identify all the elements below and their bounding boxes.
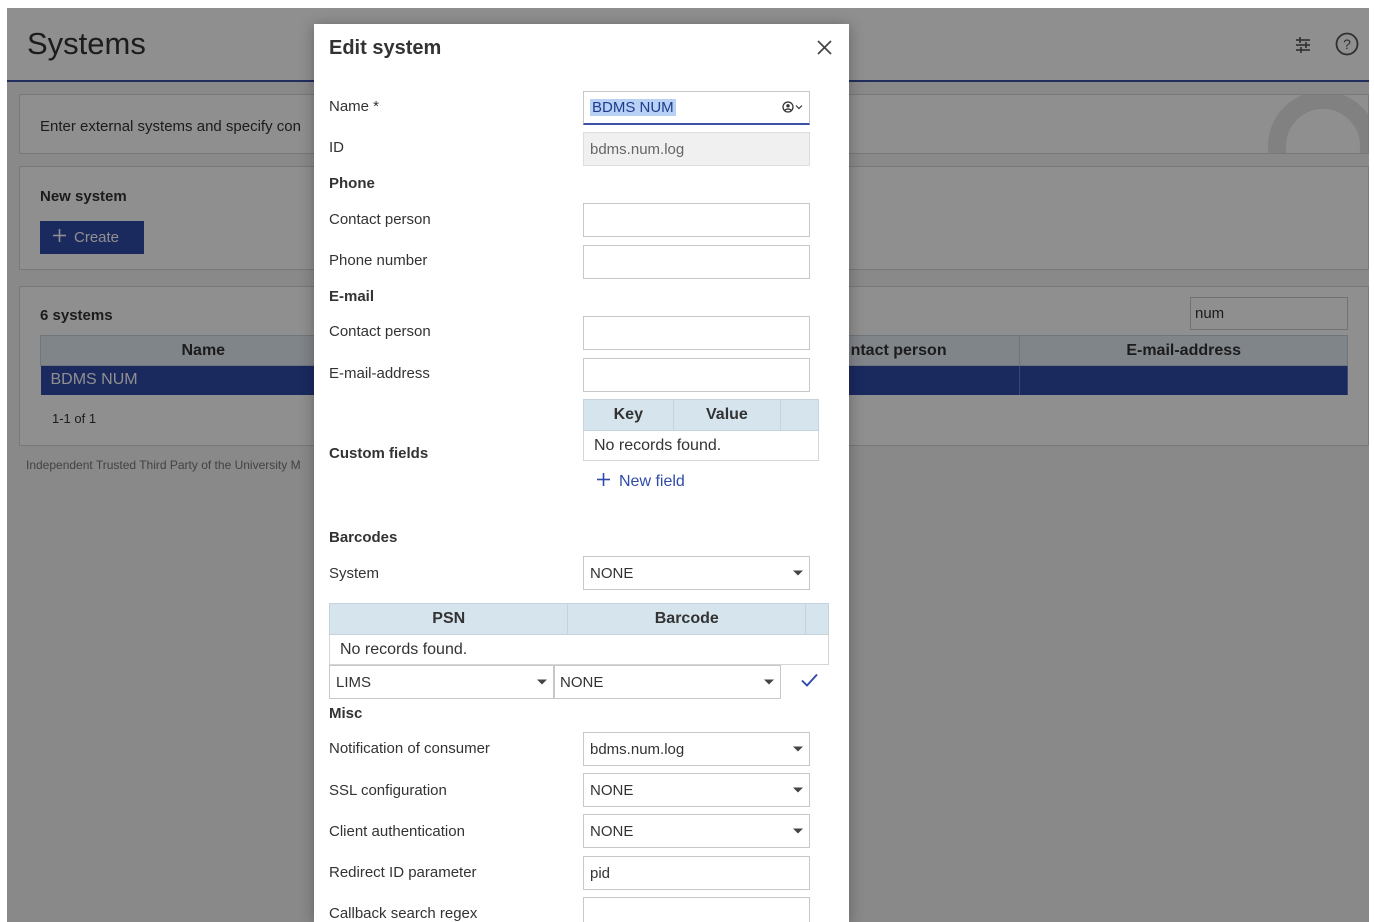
list-item: No records found. (329, 634, 829, 665)
psn-select-value: LIMS (336, 673, 372, 691)
barcodes-empty: No records found. (329, 634, 829, 665)
name-value: BDMS NUM (590, 99, 676, 116)
list-item: No records found. (583, 430, 819, 461)
psn-select[interactable]: LIMS (329, 665, 554, 699)
email-address-input[interactable] (583, 358, 810, 392)
custom-fields-table: Key Value No records found. (583, 399, 819, 461)
barcodes-section-title: Barcodes (329, 529, 398, 546)
plus-icon (597, 473, 610, 491)
barcodes-table: PSN Barcode No records found. (328, 603, 829, 665)
barcode-select-value: NONE (560, 673, 604, 691)
chevron-down-icon (537, 679, 547, 685)
chevron-down-icon (793, 828, 803, 834)
barcode-system-label: System (329, 565, 380, 582)
email-section-title: E-mail (329, 288, 375, 305)
id-field: bdms.num.log (583, 132, 810, 166)
new-field-button[interactable]: New field (597, 473, 685, 491)
name-label: Name * (329, 98, 380, 115)
custom-fields-empty: No records found. (583, 430, 819, 461)
id-label: ID (329, 139, 344, 156)
column-header-actions (780, 399, 819, 431)
chevron-down-icon (793, 570, 803, 576)
notification-label: Notification of consumer (329, 740, 490, 757)
phone-number-input[interactable] (583, 245, 810, 279)
phone-contact-label: Contact person (329, 211, 431, 228)
email-contact-label: Contact person (329, 323, 431, 340)
column-header-key: Key (583, 399, 674, 431)
new-field-label: New field (619, 473, 685, 490)
notification-value: bdms.num.log (590, 740, 685, 758)
email-contact-input[interactable] (583, 316, 810, 350)
edit-system-dialog: Edit system Name * BDMS NUM ID bdms.num.… (314, 24, 849, 922)
client-auth-label: Client authentication (329, 823, 465, 840)
ssl-label: SSL configuration (329, 782, 447, 799)
chevron-down-icon (764, 679, 774, 685)
chevron-down-icon (793, 746, 803, 752)
ssl-value: NONE (590, 781, 634, 799)
notification-select[interactable]: bdms.num.log (583, 732, 810, 766)
autofill-icon[interactable] (782, 101, 803, 113)
barcode-system-select[interactable]: NONE (583, 556, 810, 590)
column-header-barcode: Barcode (567, 603, 807, 635)
phone-number-label: Phone number (329, 252, 428, 269)
email-address-label: E-mail-address (329, 365, 430, 382)
barcode-select[interactable]: NONE (554, 665, 781, 699)
custom-fields-label: Custom fields (329, 445, 429, 462)
phone-section-title: Phone (329, 175, 375, 192)
dialog-title: Edit system (329, 37, 442, 59)
barcode-system-value: NONE (590, 564, 634, 582)
column-header-value: Value (672, 399, 782, 431)
column-header-psn: PSN (328, 603, 569, 635)
redirect-label: Redirect ID parameter (329, 864, 477, 881)
check-icon[interactable] (800, 672, 819, 693)
close-icon[interactable] (813, 36, 835, 58)
client-auth-value: NONE (590, 822, 634, 840)
column-header-actions (805, 603, 829, 635)
client-auth-select[interactable]: NONE (583, 814, 810, 848)
ssl-select[interactable]: NONE (583, 773, 810, 807)
callback-input[interactable] (583, 897, 810, 922)
phone-contact-input[interactable] (583, 203, 810, 237)
redirect-input[interactable]: pid (583, 856, 810, 890)
chevron-down-icon (793, 787, 803, 793)
misc-section-title: Misc (329, 705, 363, 722)
callback-label: Callback search regex (329, 905, 478, 922)
name-input[interactable]: BDMS NUM (583, 91, 810, 125)
